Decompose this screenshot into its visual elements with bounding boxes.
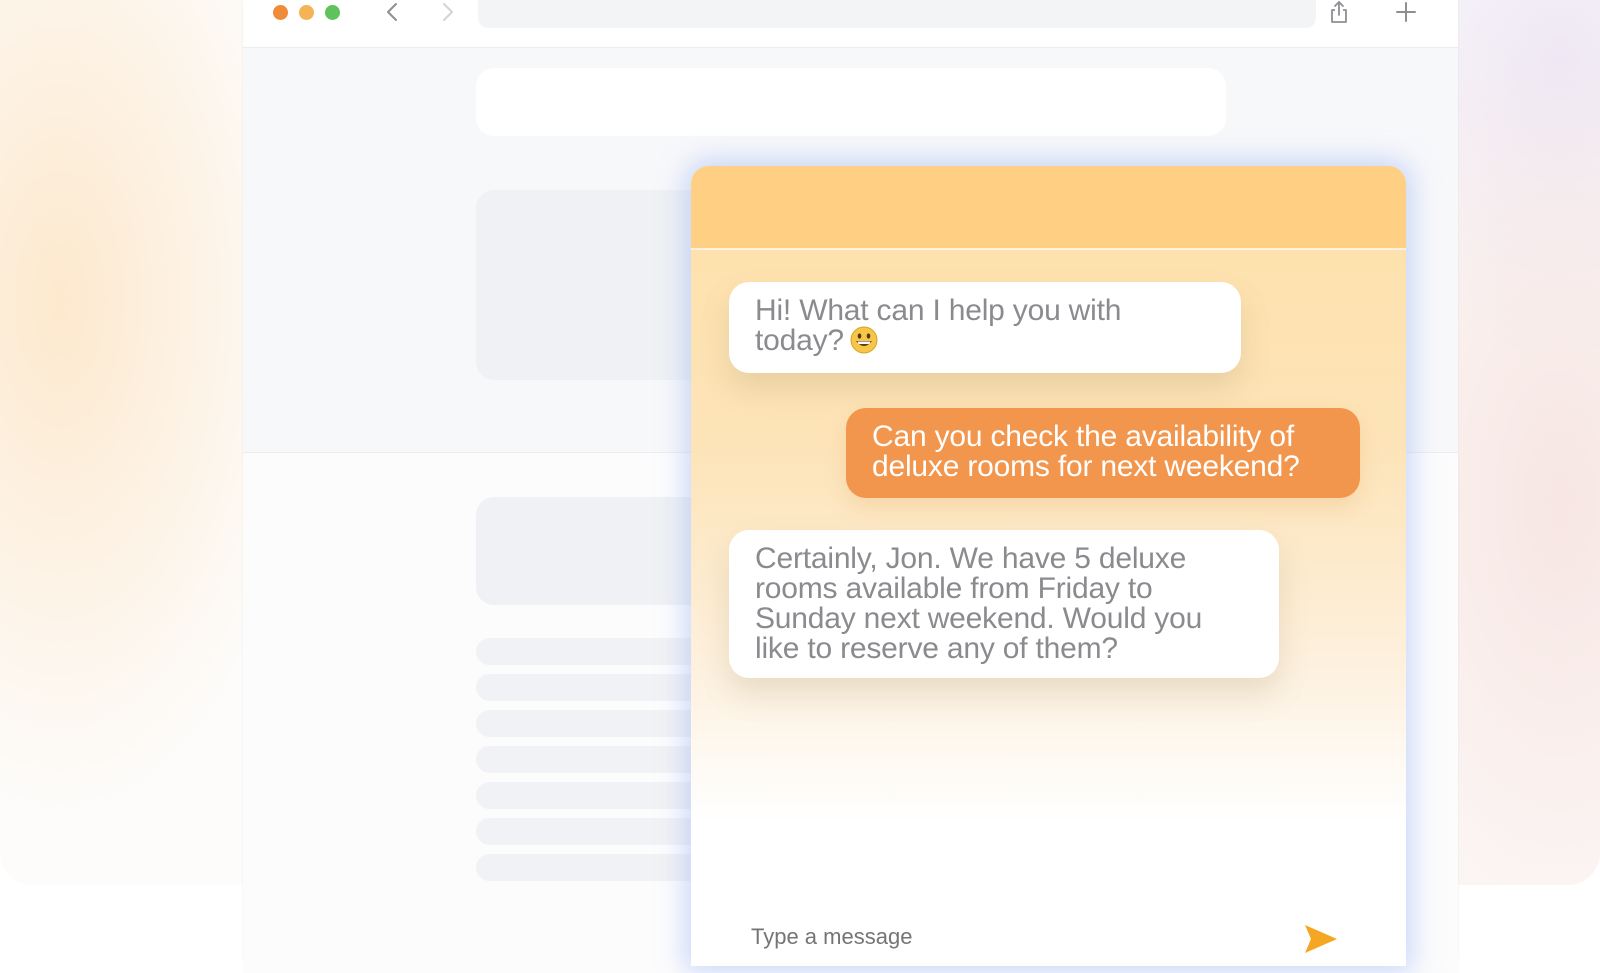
plus-icon[interactable] [1395, 1, 1417, 23]
message-text: Can you check the availability of deluxe… [872, 420, 1300, 483]
bot-message: Certainly, Jon. We have 5 deluxe rooms a… [729, 530, 1279, 678]
share-icon[interactable] [1328, 0, 1350, 24]
send-icon[interactable] [1303, 921, 1339, 957]
page-search-placeholder [476, 68, 1226, 136]
user-message: Can you check the availability of deluxe… [846, 408, 1360, 498]
message-input[interactable] [751, 924, 1251, 950]
chat-header [691, 166, 1406, 250]
minimize-window-button[interactable] [299, 5, 314, 20]
message-text: Hi! What can I help you with today? [755, 294, 1122, 357]
bot-message: Hi! What can I help you with today? [729, 282, 1241, 373]
chat-widget: Hi! What can I help you with today? Can … [691, 166, 1406, 966]
grinning-face-icon [850, 326, 878, 354]
chevron-right-icon[interactable] [437, 2, 457, 22]
close-window-button[interactable] [273, 5, 288, 20]
browser-toolbar [243, 0, 1458, 48]
chevron-left-icon[interactable] [383, 2, 403, 22]
message-text: Certainly, Jon. We have 5 deluxe rooms a… [755, 542, 1203, 665]
address-bar[interactable] [478, 0, 1316, 28]
maximize-window-button[interactable] [325, 5, 340, 20]
